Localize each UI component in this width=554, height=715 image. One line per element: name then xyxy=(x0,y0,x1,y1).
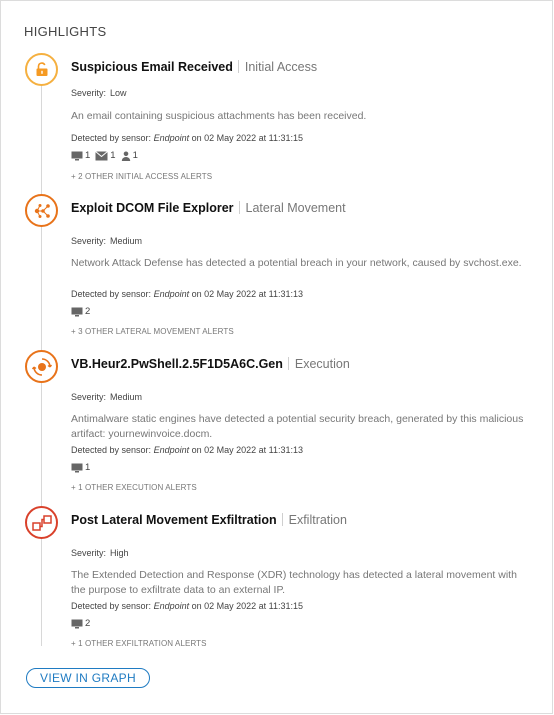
severity: Severity: High xyxy=(71,548,129,558)
alert-title-row: VB.Heur2.PwShell.2.5F1D5A6C.Gen Execution xyxy=(71,356,350,372)
highlights-panel: HIGHLIGHTS Suspicious Email Received Init… xyxy=(0,0,553,714)
network-nodes-icon xyxy=(25,194,58,227)
alert-description: The Extended Detection and Response (XDR… xyxy=(71,569,517,596)
alert-title[interactable]: Suspicious Email Received xyxy=(71,60,233,74)
entity-counts: 1 1 1 xyxy=(71,150,143,161)
alert-title-row: Exploit DCOM File Explorer Lateral Moveme… xyxy=(71,200,346,216)
severity-value: Medium xyxy=(110,392,143,402)
severity-value: Low xyxy=(110,88,127,98)
monitor-icon xyxy=(71,619,83,628)
detected-by: Detected by sensor: Endpoint on 02 May 2… xyxy=(71,289,304,299)
other-alerts-link[interactable]: + 3 OTHER LATERAL MOVEMENT ALERTS xyxy=(71,327,234,336)
monitor-icon xyxy=(71,463,83,472)
severity-value: Medium xyxy=(110,236,143,246)
email-count[interactable]: 1 xyxy=(95,150,116,161)
alert-title-row: Suspicious Email Received Initial Access xyxy=(71,59,317,75)
alert-title[interactable]: Exploit DCOM File Explorer xyxy=(71,201,234,215)
endpoint-count[interactable]: 1 xyxy=(71,462,90,473)
user-count[interactable]: 1 xyxy=(121,150,138,161)
entity-counts: 2 xyxy=(71,306,95,317)
execution-target-icon xyxy=(25,350,58,383)
alert-tactic: Initial Access xyxy=(244,60,318,74)
detected-by: Detected by sensor: Endpoint on 02 May 2… xyxy=(71,133,304,143)
other-alerts-link[interactable]: + 2 OTHER INITIAL ACCESS ALERTS xyxy=(71,172,212,181)
alert-description: An email containing suspicious attachmen… xyxy=(71,110,367,122)
alert-tactic: Execution xyxy=(294,357,350,371)
envelope-icon xyxy=(95,150,109,160)
alert-title-row: Post Lateral Movement Exfiltration Exfilt… xyxy=(71,512,347,528)
entity-counts: 2 xyxy=(71,618,95,629)
endpoint-count[interactable]: 2 xyxy=(71,306,90,317)
user-icon xyxy=(121,151,130,161)
alert-tactic: Lateral Movement xyxy=(245,201,346,215)
endpoint-count[interactable]: 2 xyxy=(71,618,90,629)
detected-by: Detected by sensor: Endpoint on 02 May 2… xyxy=(71,445,304,455)
severity: Severity: Low xyxy=(71,88,127,98)
monitor-icon xyxy=(71,307,83,316)
detected-by: Detected by sensor: Endpoint on 02 May 2… xyxy=(71,601,304,611)
entity-counts: 1 xyxy=(71,462,95,473)
other-alerts-link[interactable]: + 1 OTHER EXECUTION ALERTS xyxy=(71,483,197,492)
alert-title[interactable]: Post Lateral Movement Exfiltration xyxy=(71,513,277,527)
alert-tactic: Exfiltration xyxy=(288,513,347,527)
lock-open-icon xyxy=(25,53,58,86)
exfiltration-icon xyxy=(25,506,58,539)
alert-title[interactable]: VB.Heur2.PwShell.2.5F1D5A6C.Gen xyxy=(71,357,283,371)
view-in-graph-button[interactable]: VIEW IN GRAPH xyxy=(26,668,150,688)
severity: Severity: Medium xyxy=(71,392,143,402)
endpoint-count[interactable]: 1 xyxy=(71,150,90,161)
alert-description: Antimalware static engines have detected… xyxy=(71,413,524,440)
alert-description: Network Attack Defense has detected a po… xyxy=(71,257,522,269)
other-alerts-link[interactable]: + 1 OTHER EXFILTRATION ALERTS xyxy=(71,639,207,648)
monitor-icon xyxy=(71,151,83,160)
severity: Severity: Medium xyxy=(71,236,143,246)
section-heading: HIGHLIGHTS xyxy=(24,24,107,39)
severity-value: High xyxy=(110,548,129,558)
